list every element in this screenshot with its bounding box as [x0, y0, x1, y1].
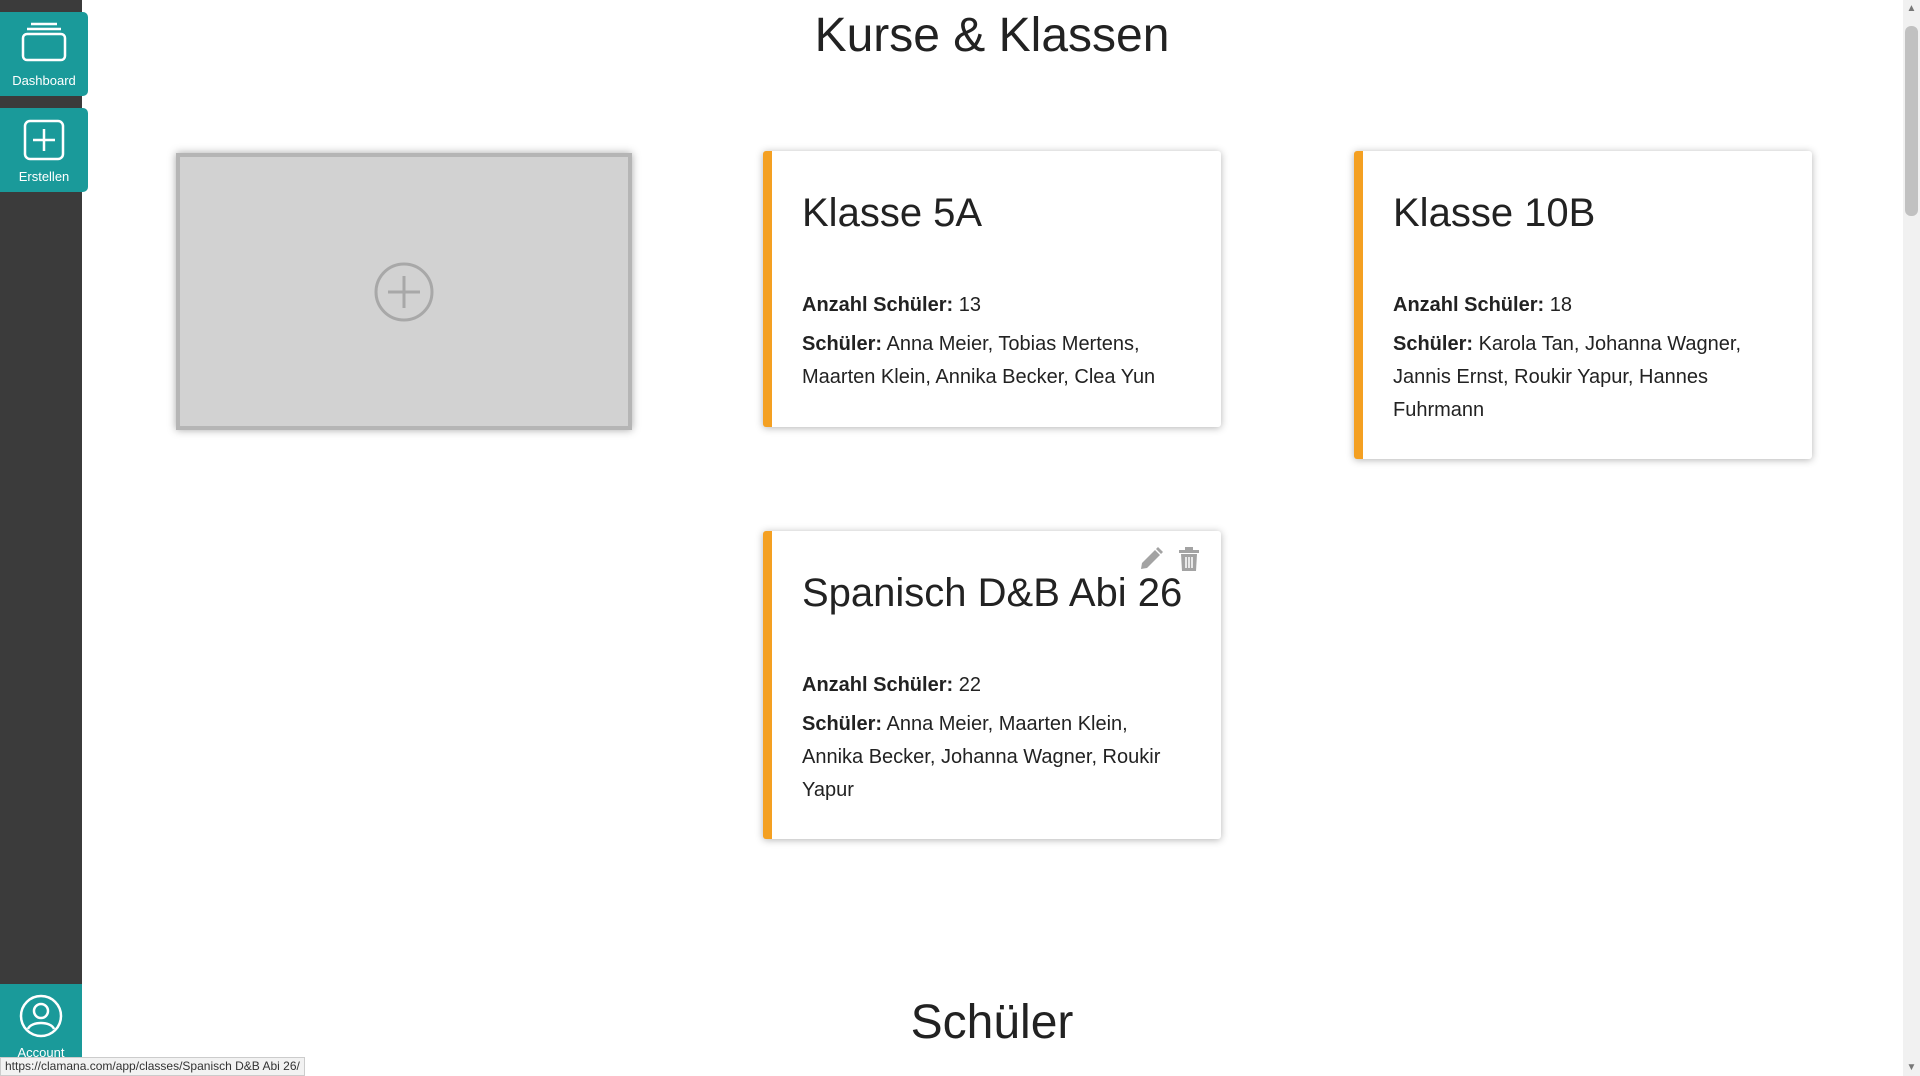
- class-title: Klasse 5A: [802, 191, 983, 235]
- trash-icon[interactable]: [1175, 545, 1203, 573]
- class-card[interactable]: Klasse 5A Anzahl Schüler: 13 Schüler: An…: [763, 151, 1221, 427]
- scrollbar[interactable]: ▲ ▼: [1903, 0, 1920, 1076]
- plus-circle-icon: [374, 262, 434, 321]
- status-url: https://clamana.com/app/classes/Spanisch…: [0, 1057, 305, 1076]
- scroll-thumb[interactable]: [1905, 26, 1918, 216]
- section-title-students: Schüler: [910, 996, 1074, 1049]
- add-class-card[interactable]: [176, 153, 632, 430]
- student-count-value: 13: [958, 294, 981, 316]
- student-list: Schüler: Anna Meier, Tobias Mertens, Maa…: [802, 328, 1191, 394]
- dashboard-button[interactable]: Dashboard: [0, 12, 88, 96]
- student-count-label: Anzahl Schüler:: [802, 294, 954, 316]
- student-count: Anzahl Schüler: 13: [802, 289, 1191, 322]
- class-card[interactable]: Klasse 10B Anzahl Schüler: 18 Schüler: K…: [1354, 151, 1812, 459]
- dashboard-icon: [21, 22, 67, 62]
- plus-square-icon: [23, 119, 65, 161]
- create-label: Erstellen: [18, 169, 70, 184]
- sidebar: Dashboard Erstellen Account: [0, 0, 88, 1076]
- student-list-label: Schüler:: [802, 333, 883, 355]
- student-count: Anzahl Schüler: 22: [802, 669, 1191, 702]
- card-tools: [1137, 545, 1203, 573]
- dashboard-label: Dashboard: [12, 73, 76, 88]
- class-card[interactable]: Spanisch D&B Abi 26 Anzahl Schüler: 22 S…: [763, 531, 1221, 839]
- student-list-label: Schüler:: [1393, 333, 1474, 355]
- student-count-value: 18: [1549, 294, 1572, 316]
- student-count: Anzahl Schüler: 18: [1393, 289, 1782, 322]
- class-title: Spanisch D&B Abi 26: [802, 571, 1183, 615]
- student-list: Schüler: Anna Meier, Maarten Klein, Anni…: [802, 708, 1191, 807]
- class-title: Klasse 10B: [1393, 191, 1596, 235]
- student-count-label: Anzahl Schüler:: [1393, 294, 1545, 316]
- student-count-label: Anzahl Schüler:: [802, 674, 954, 696]
- scroll-down-icon[interactable]: ▼: [1903, 1059, 1920, 1076]
- account-icon: [19, 994, 63, 1038]
- account-button[interactable]: Account: [0, 984, 82, 1062]
- create-button[interactable]: Erstellen: [0, 108, 88, 192]
- pencil-icon[interactable]: [1137, 545, 1165, 573]
- student-list-label: Schüler:: [802, 713, 883, 735]
- page-title: Kurse & Klassen: [814, 9, 1170, 62]
- student-list: Schüler: Karola Tan, Johanna Wagner, Jan…: [1393, 328, 1782, 427]
- scroll-up-icon[interactable]: ▲: [1903, 0, 1920, 17]
- student-count-value: 22: [958, 674, 981, 696]
